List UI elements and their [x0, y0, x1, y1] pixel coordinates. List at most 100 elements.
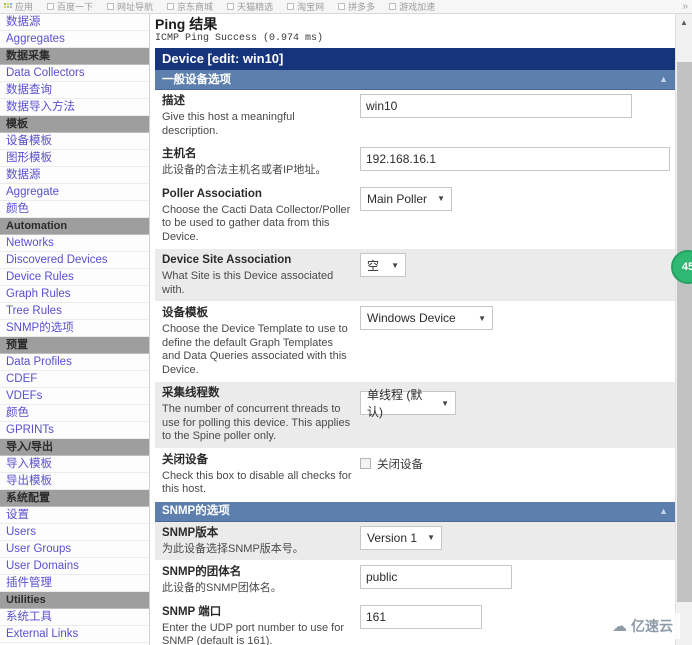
sidebar-header-templates: 模板	[0, 116, 149, 133]
ping-result-text: ICMP Ping Success (0.974 ms)	[155, 33, 324, 44]
device-edit-title-bar: Device [edit: win10]	[155, 48, 675, 70]
sidebar-item-user-domains[interactable]: User Domains	[0, 558, 149, 575]
device-site-association-select[interactable]: 空 ▼	[360, 253, 406, 277]
field-help: Check this box to disable all checks for…	[162, 469, 352, 496]
sidebar-item-aggregates[interactable]: Aggregates	[0, 31, 149, 48]
sidebar-item-settings[interactable]: 设置	[0, 507, 149, 524]
select-value: 单线程 (默认)	[367, 388, 423, 419]
bookmark-square-icon	[167, 3, 175, 10]
description-input[interactable]	[360, 94, 632, 118]
sidebar-item-device-templates[interactable]: 设备模板	[0, 133, 149, 150]
scrollbar-thumb[interactable]	[677, 62, 692, 602]
chevron-down-icon: ▼	[478, 313, 486, 323]
bookmark-square-icon	[47, 3, 55, 10]
general-options-section-header[interactable]: 一般设备选项 ▲	[155, 70, 675, 90]
scrollbar-up-arrow-icon[interactable]: ▲	[676, 14, 692, 30]
sidebar-header-import-export: 导入/导出	[0, 439, 149, 456]
ping-result-title: Ping 结果	[155, 16, 218, 32]
bookmark-nav[interactable]: 网址导航	[107, 0, 153, 13]
bookmark-game[interactable]: 游戏加速	[389, 0, 435, 13]
sidebar-item-gprints[interactable]: GPRINTs	[0, 422, 149, 439]
chevron-down-icon: ▼	[437, 194, 445, 203]
bookmark-tmall[interactable]: 天猫精选	[227, 0, 273, 13]
sidebar-item-external-links[interactable]: External Links	[0, 626, 149, 643]
sidebar-item-export-templates[interactable]: 导出模板	[0, 473, 149, 490]
sidebar-header-automation: Automation	[0, 218, 149, 235]
snmp-community-input[interactable]	[360, 565, 512, 589]
field-row-poller-threads: 采集线程数 The number of concurrent threads t…	[155, 382, 675, 449]
bookmark-jd[interactable]: 京东商城	[167, 0, 213, 13]
bookmark-label: 天猫精选	[237, 2, 274, 12]
select-value: Version 1	[367, 530, 418, 545]
sidebar-item-discovered-devices[interactable]: Discovered Devices	[0, 252, 149, 269]
sidebar-item-colors-templates[interactable]: 颜色	[0, 201, 149, 218]
field-label: 主机名	[162, 148, 197, 160]
section-title: 一般设备选项	[162, 73, 231, 86]
disable-device-checkbox[interactable]	[360, 458, 371, 469]
sidebar-item-data-input-methods[interactable]: 数据导入方法	[0, 99, 149, 116]
section-title: SNMP的选项	[162, 505, 230, 517]
bookmark-apps[interactable]: 应用	[4, 0, 33, 13]
field-row-disable-device: 关闭设备 Check this box to disable all check…	[155, 449, 675, 502]
poller-association-select[interactable]: Main Poller ▼	[360, 186, 452, 211]
field-row-device-template: 设备模板 Choose the Device Template to use t…	[155, 302, 675, 382]
sidebar-item-graph-rules[interactable]: Graph Rules	[0, 286, 149, 303]
bookmark-overflow-button[interactable]: »	[682, 0, 688, 13]
main-content: Ping 结果 ICMP Ping Success (0.974 ms) Dev…	[150, 14, 692, 645]
bookmark-label: 淘宝网	[297, 2, 325, 12]
chevron-up-icon[interactable]: ▲	[659, 75, 668, 84]
sidebar-header-presets: 预置	[0, 337, 149, 354]
field-label: Device Site Association	[162, 254, 292, 266]
field-row-poller-association: Poller Association Choose the Cacti Data…	[155, 183, 675, 249]
field-help: 为此设备选择SNMP版本号。	[162, 542, 304, 555]
sidebar-item-networks[interactable]: Networks	[0, 235, 149, 252]
sidebar-item-snmp-options[interactable]: SNMP的选项	[0, 320, 149, 337]
bookmark-square-icon	[107, 3, 115, 10]
field-label: 采集线程数	[162, 387, 220, 399]
snmp-port-input[interactable]	[360, 604, 482, 629]
field-row-hostname: 主机名 此设备的合法主机名或者IP地址。	[155, 143, 675, 183]
content-scrollbar[interactable]: ▲	[675, 14, 692, 645]
bookmark-square-icon	[338, 3, 346, 10]
device-template-select[interactable]: Windows Device ▼	[360, 306, 493, 330]
snmp-options-section-header[interactable]: SNMP的选项 ▲	[155, 501, 675, 522]
snmp-version-select[interactable]: Version 1 ▼	[360, 525, 442, 550]
field-help: Enter the UDP port number to use for SNM…	[162, 621, 344, 645]
sidebar-item-tree-rules[interactable]: Tree Rules	[0, 303, 149, 320]
bookmark-baidu[interactable]: 百度一下	[47, 0, 93, 13]
field-row-device-site-association: Device Site Association What Site is thi…	[155, 249, 675, 302]
apps-grid-icon	[4, 2, 12, 11]
sidebar-item-aggregate[interactable]: Aggregate	[0, 184, 149, 201]
disable-device-checkbox-wrap[interactable]: 关闭设备	[360, 453, 669, 472]
poller-threads-select[interactable]: 单线程 (默认) ▼	[360, 388, 456, 419]
sidebar-item-users[interactable]: Users	[0, 524, 149, 541]
sidebar-item-data-collectors[interactable]: Data Collectors	[0, 65, 149, 82]
bookmark-square-icon	[287, 3, 295, 10]
chevron-up-icon[interactable]: ▲	[659, 506, 668, 516]
bookmark-taobao[interactable]: 淘宝网	[287, 0, 324, 13]
sidebar-item-colors-presets[interactable]: 颜色	[0, 405, 149, 422]
sidebar-item-user-groups[interactable]: User Groups	[0, 541, 149, 558]
chevron-down-icon: ▼	[427, 533, 435, 542]
field-row-description: 描述 Give this host a meaningful descripti…	[155, 90, 675, 143]
sidebar-item-plugin-management[interactable]: 插件管理	[0, 575, 149, 592]
bookmark-label: 百度一下	[57, 2, 94, 12]
sidebar-item-data-profiles[interactable]: Data Profiles	[0, 354, 149, 371]
sidebar-item-data-queries[interactable]: 数据查询	[0, 82, 149, 99]
sidebar-header-utilities: Utilities	[0, 592, 149, 609]
sidebar-item-system-utilities[interactable]: 系统工具	[0, 609, 149, 626]
sidebar-item-data-sources[interactable]: 数据源	[0, 14, 149, 31]
sidebar-item-graph-templates[interactable]: 图形模板	[0, 150, 149, 167]
sidebar-item-import-templates[interactable]: 导入模板	[0, 456, 149, 473]
bookmark-label: 京东商城	[177, 2, 214, 12]
sidebar-item-data-source-templates[interactable]: 数据源	[0, 167, 149, 184]
browser-bookmark-bar: 应用 百度一下 网址导航 京东商城 天猫精选 淘宝网 拼多多 游戏加速 »	[0, 0, 692, 14]
hostname-input[interactable]	[360, 147, 670, 171]
sidebar-item-vdefs[interactable]: VDEFs	[0, 388, 149, 405]
bookmark-pdd[interactable]: 拼多多	[338, 0, 375, 13]
field-row-snmp-port: SNMP 端口 Enter the UDP port number to use…	[155, 601, 675, 645]
sidebar-item-device-rules[interactable]: Device Rules	[0, 269, 149, 286]
field-label: 设备模板	[162, 307, 208, 319]
sidebar-item-cdef[interactable]: CDEF	[0, 371, 149, 388]
field-label: SNMP 端口	[162, 605, 222, 618]
